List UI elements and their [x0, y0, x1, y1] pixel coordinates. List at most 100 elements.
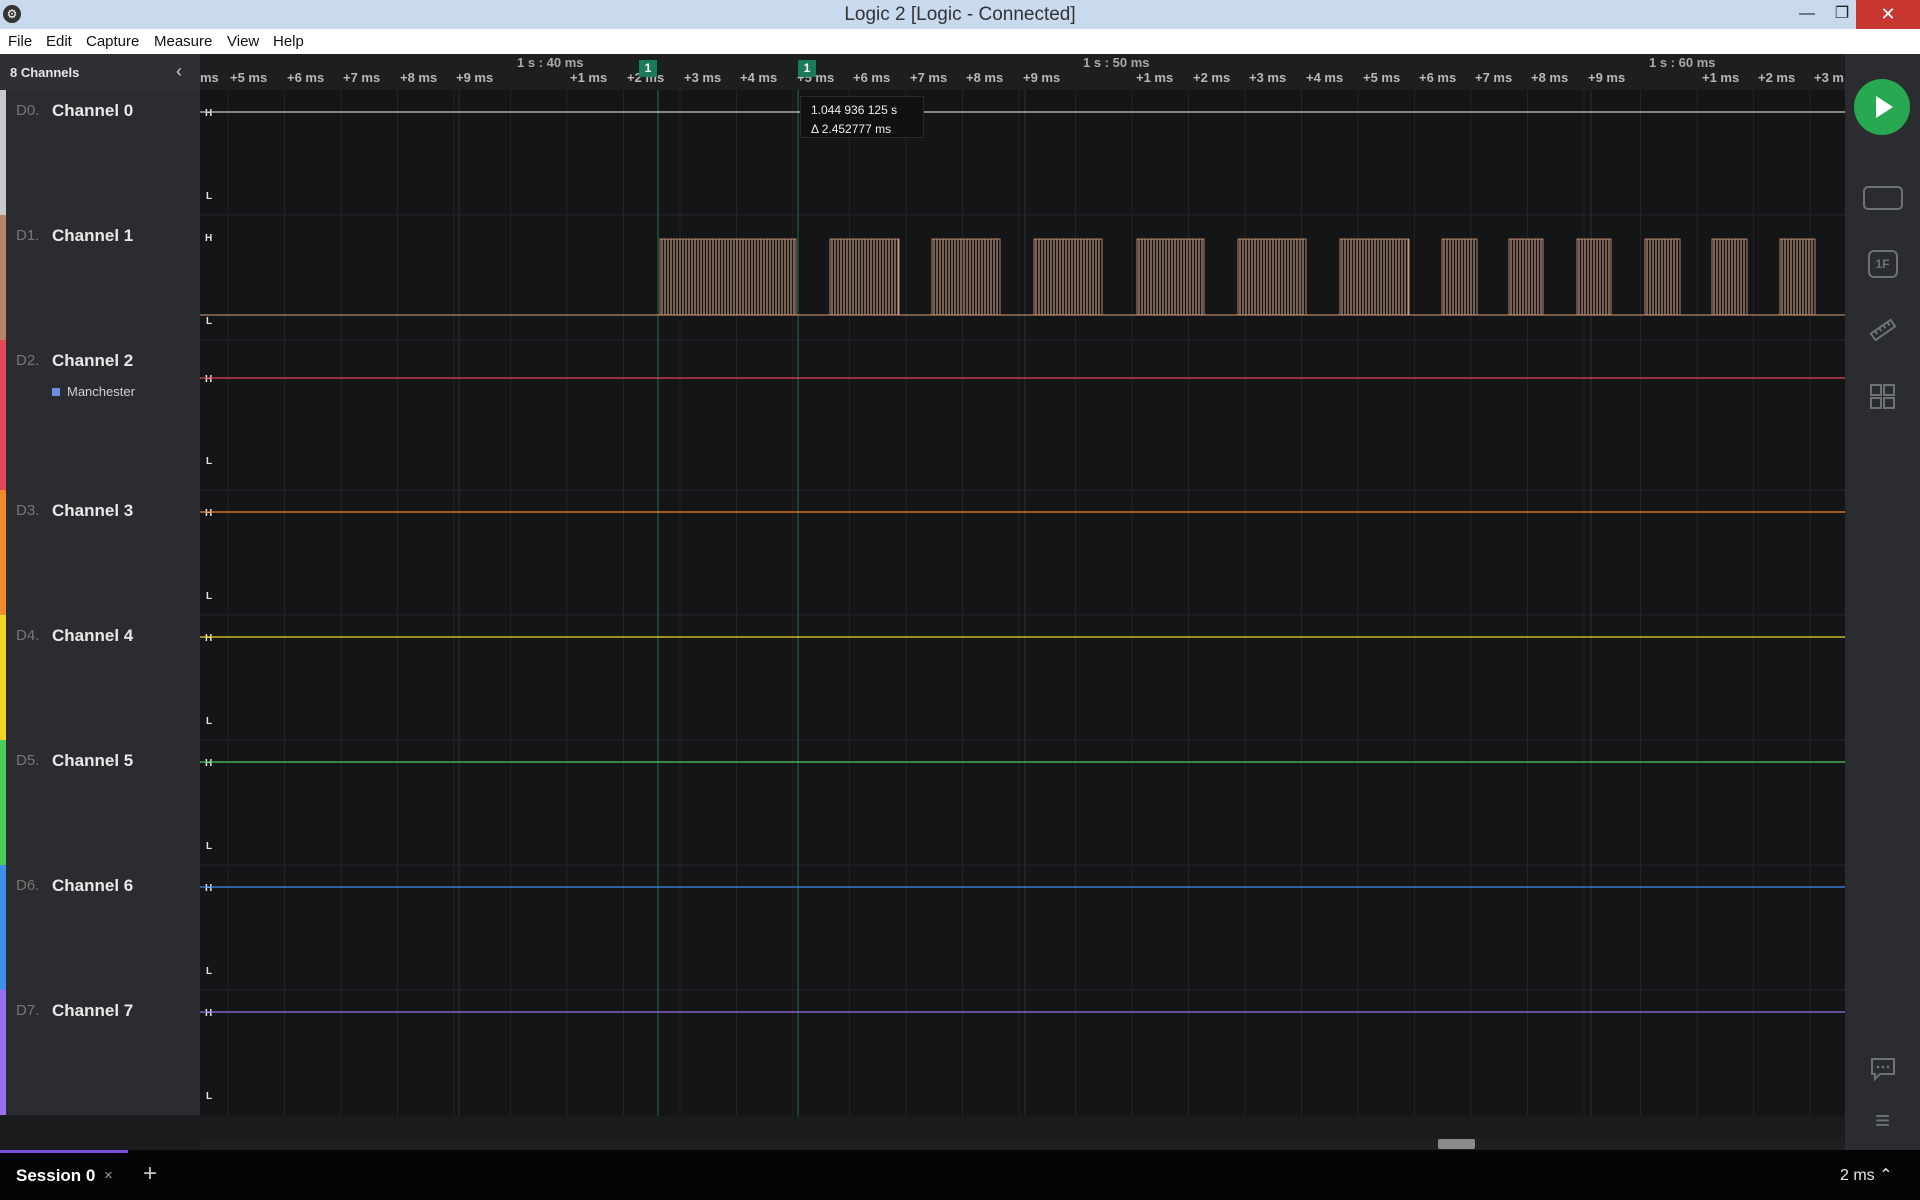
level-high-label: H	[205, 633, 212, 644]
tooltip-delta: Δ 2.452777 ms	[811, 122, 892, 136]
timeline-scrollbar[interactable]	[200, 1138, 1845, 1150]
channel-name[interactable]: Channel 4	[52, 626, 133, 646]
ruler-tick-label: +5 ms	[230, 70, 268, 85]
level-high-label: H	[205, 758, 212, 769]
ruler-tick-label: +3 ms	[684, 70, 722, 85]
channel-name[interactable]: Channel 0	[52, 101, 133, 121]
ruler-tick-label: +6 ms	[287, 70, 325, 85]
channel-row-1[interactable]: D1. Channel 1	[0, 215, 200, 341]
level-high-label: H	[205, 108, 212, 119]
channel-count: 8 Channels	[10, 65, 80, 80]
session-tab-label[interactable]: Session 0	[16, 1166, 95, 1186]
channel-color-stripe	[0, 340, 6, 490]
channel-id: D2.	[16, 352, 40, 369]
menu-capture[interactable]: Capture	[86, 33, 139, 50]
channel-color-stripe	[0, 90, 6, 215]
channel-name[interactable]: Channel 6	[52, 876, 133, 896]
channel-row-5[interactable]: D5. Channel 5	[0, 740, 200, 866]
menu-view[interactable]: View	[227, 33, 259, 50]
ruler-tick-label: +8 ms	[966, 70, 1004, 85]
signal-burst	[931, 238, 1001, 316]
ruler-tick-label: +9 ms	[1588, 70, 1626, 85]
minimize-button[interactable]: —	[1787, 0, 1827, 29]
ruler-tick-label: +7 ms	[1475, 70, 1513, 85]
device-icon[interactable]	[1845, 186, 1920, 210]
level-high-label: H	[205, 374, 212, 385]
hamburger-icon[interactable]: ≡	[1845, 1105, 1920, 1136]
channel-id: D1.	[16, 227, 40, 244]
channel-id: D7.	[16, 1002, 40, 1019]
ruler-tick-label: +2 ms	[1758, 70, 1796, 85]
signal-burst	[1136, 238, 1205, 316]
add-session-button[interactable]: +	[143, 1160, 157, 1188]
channel-id: D4.	[16, 627, 40, 644]
channels-panel-header: 8 Channels ‹	[0, 54, 200, 91]
close-session-icon[interactable]: ×	[104, 1167, 113, 1184]
menu-measure[interactable]: Measure	[154, 33, 212, 50]
channel-id: D0.	[16, 102, 40, 119]
ruler-tick-label: +9 ms	[1023, 70, 1061, 85]
level-low-label: L	[206, 1091, 212, 1102]
collapse-panel-chevron-icon[interactable]: ‹	[176, 61, 182, 82]
channel-name[interactable]: Channel 7	[52, 1001, 133, 1021]
ruler-tick-label: +8 ms	[400, 70, 438, 85]
channel-row-6[interactable]: D6. Channel 6	[0, 865, 200, 991]
level-low-label: L	[206, 716, 212, 727]
channel-color-stripe	[0, 215, 6, 340]
time-ruler[interactable]: ms +5 ms +6 ms +7 ms +8 ms +9 ms +1 ms +2 ms +3 …	[200, 54, 1845, 91]
ruler-tick-label: +3 m	[1814, 70, 1844, 85]
timing-marker-flag[interactable]: 1	[639, 60, 657, 77]
channel-id: D3.	[16, 502, 40, 519]
title-bar: ⚙ Logic 2 [Logic - Connected] — ❐ ✕	[0, 0, 1920, 29]
waveform-area[interactable]: H L H L H L H L H L H L H L H L	[200, 90, 1845, 1116]
timing-marker-flag[interactable]: 1	[798, 60, 816, 77]
level-low-label: L	[206, 191, 212, 202]
level-low-label: L	[206, 456, 212, 467]
window-title: Logic 2 [Logic - Connected]	[844, 4, 1076, 25]
channel-name[interactable]: Channel 2	[52, 351, 133, 371]
analyzer-name: Manchester	[67, 384, 135, 399]
ruler-tick-label: +6 ms	[853, 70, 891, 85]
channel-row-2[interactable]: D2. Channel 2 Manchester	[0, 340, 200, 491]
menu-file[interactable]: File	[8, 33, 32, 50]
ruler-icon[interactable]	[1845, 316, 1920, 351]
ruler-major-label: 1 s : 40 ms	[517, 55, 584, 70]
chat-icon[interactable]	[1845, 1057, 1920, 1087]
channel-row-0[interactable]: D0. Channel 0	[0, 90, 200, 216]
ruler-tick-label: +8 ms	[1531, 70, 1569, 85]
ruler-tick-label: +4 ms	[740, 70, 778, 85]
zoom-level[interactable]: 2 ms ⌃	[1840, 1165, 1893, 1185]
ruler-tick-label: ms	[200, 70, 219, 85]
ruler-major-label: 1 s : 60 ms	[1649, 55, 1716, 70]
close-window-button[interactable]: ✕	[1856, 0, 1920, 29]
channel-name[interactable]: Channel 3	[52, 501, 133, 521]
extensions-icon[interactable]	[1845, 384, 1920, 410]
level-high-label: H	[205, 1008, 212, 1019]
channel-row-7[interactable]: D7. Channel 7	[0, 990, 200, 1116]
session-tab[interactable]: Session 0 ×	[0, 1150, 128, 1200]
channel-color-stripe	[0, 865, 6, 990]
analyzers-icon[interactable]: 1F	[1845, 250, 1920, 278]
ruler-tick-label: +1 ms	[570, 70, 608, 85]
level-high-label: H	[205, 233, 212, 244]
channel-row-4[interactable]: D4. Channel 4	[0, 615, 200, 741]
channels-panel: 8 Channels ‹ D0. Channel 0 D1. Channel 1 D2.…	[0, 54, 200, 1116]
ruler-tick-label: +5 ms	[1363, 70, 1401, 85]
menu-help[interactable]: Help	[273, 33, 304, 50]
signal-burst	[1033, 238, 1103, 316]
analyzer-dot-icon	[52, 388, 60, 396]
menu-edit[interactable]: Edit	[46, 33, 72, 50]
play-icon[interactable]	[1854, 79, 1910, 135]
scrollbar-thumb[interactable]	[1438, 1139, 1475, 1149]
channel-name[interactable]: Channel 5	[52, 751, 133, 771]
level-high-label: H	[205, 508, 212, 519]
waveform-canvas[interactable]: H L H L H L H L H L H L H L H L	[200, 90, 1845, 1116]
ruler-tick-label: +9 ms	[456, 70, 494, 85]
channel-row-3[interactable]: D3. Channel 3	[0, 490, 200, 616]
analyzer-badge[interactable]: Manchester	[52, 384, 135, 399]
signal-burst	[1237, 238, 1307, 316]
ruler-tick-label: +7 ms	[343, 70, 381, 85]
channel-name[interactable]: Channel 1	[52, 226, 133, 246]
channel-id: D5.	[16, 752, 40, 769]
menu-bar: File Edit Capture Measure View Help	[0, 29, 1920, 54]
